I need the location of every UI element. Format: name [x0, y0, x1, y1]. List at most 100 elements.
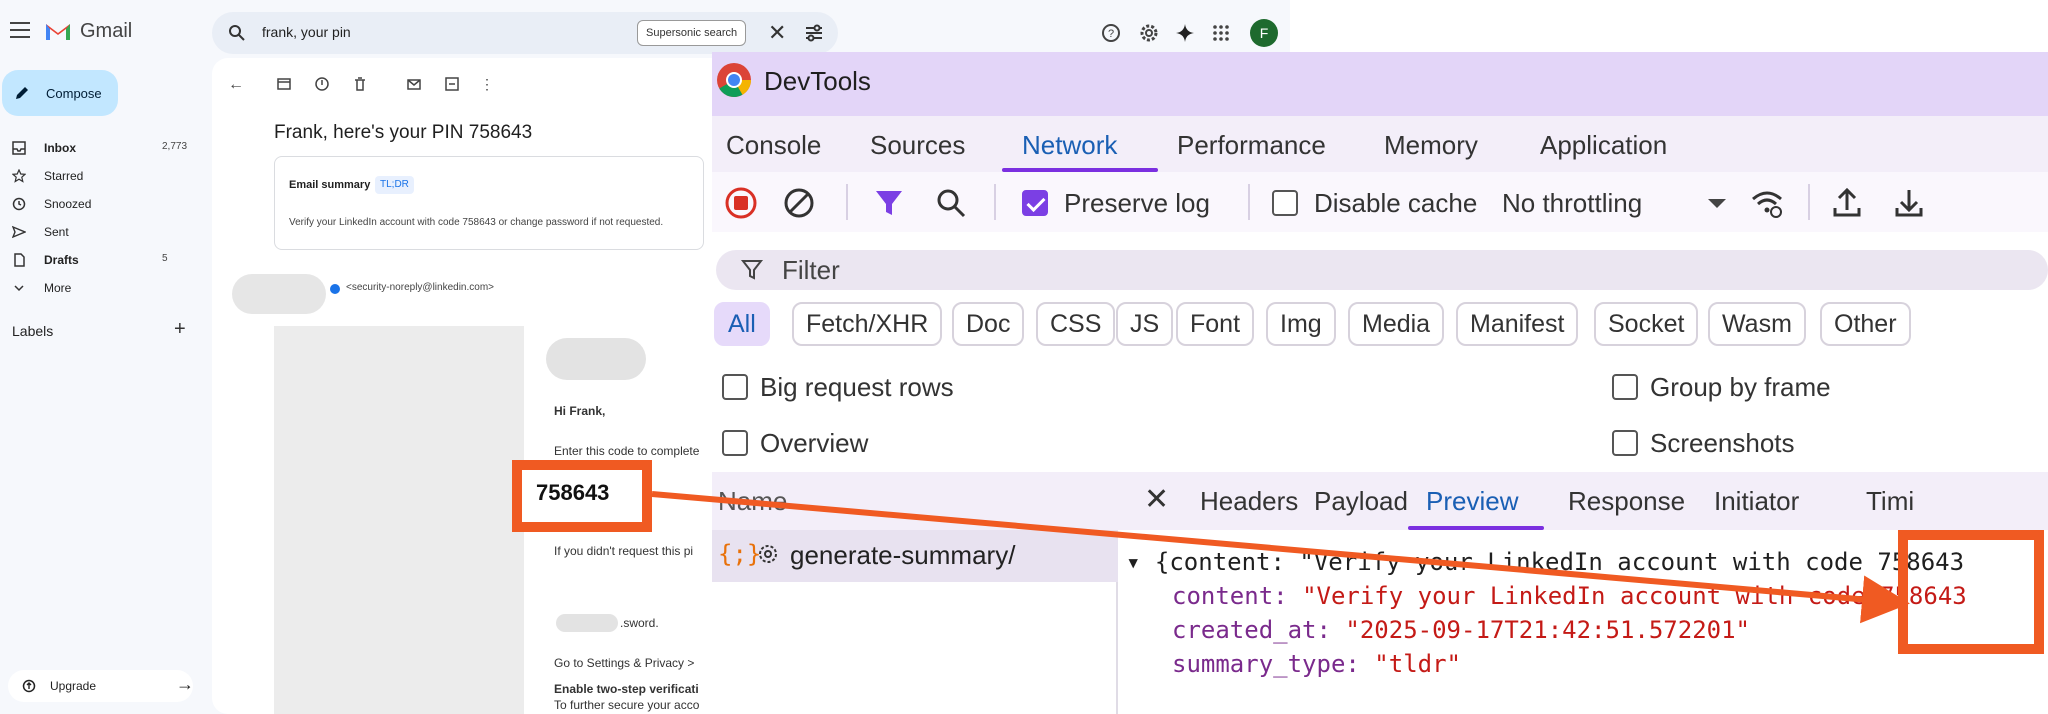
svg-text:?: ? — [1108, 28, 1114, 40]
search-icon[interactable] — [228, 24, 246, 42]
screenshots-checkbox[interactable] — [1612, 430, 1638, 456]
menu-icon[interactable] — [10, 22, 30, 38]
tab-memory[interactable]: Memory — [1384, 130, 1478, 161]
filter-chip-all[interactable]: All — [714, 302, 770, 346]
email-line[interactable]: Go to Settings & Privacy > — [554, 656, 694, 670]
filter-chip-other[interactable]: Other — [1820, 302, 1911, 346]
gemini-icon[interactable] — [1174, 22, 1196, 44]
filter-chip-manifest[interactable]: Manifest — [1456, 302, 1579, 346]
settings-icon[interactable] — [1138, 22, 1160, 44]
name-column-header[interactable]: Name — [712, 472, 1118, 530]
search-icon[interactable] — [934, 186, 968, 220]
tab-application[interactable]: Application — [1540, 130, 1667, 161]
report-spam-icon[interactable] — [314, 76, 330, 92]
verification-code: 758643 — [536, 480, 610, 505]
search-input[interactable]: frank, your pin — [262, 24, 351, 40]
upgrade-button[interactable]: Upgrade → — [8, 670, 194, 702]
preserve-log-checkbox[interactable] — [1022, 190, 1048, 216]
delete-icon[interactable] — [352, 76, 368, 92]
json-value: "Verify your LinkedIn account with code … — [1302, 582, 1967, 610]
big-request-rows-checkbox[interactable] — [722, 374, 748, 400]
network-conditions-icon[interactable] — [1750, 186, 1784, 220]
expand-triangle-icon[interactable]: ▾ — [1126, 548, 1140, 576]
filter-placeholder: Filter — [782, 255, 840, 285]
nav-item-sent[interactable]: Sent — [0, 218, 200, 246]
more-options-icon[interactable]: ⋮ — [480, 76, 496, 92]
filter-chip-img[interactable]: Img — [1266, 302, 1336, 346]
pencil-icon — [16, 87, 28, 99]
overview-checkbox[interactable] — [722, 430, 748, 456]
record-icon[interactable] — [724, 186, 758, 220]
group-by-frame-checkbox[interactable] — [1612, 374, 1638, 400]
gmail-logo — [46, 24, 70, 40]
compose-button[interactable]: Compose — [2, 70, 118, 116]
email-body-margin — [274, 326, 524, 714]
nav-label: Inbox — [44, 141, 76, 155]
tab-preview[interactable]: Preview — [1426, 486, 1518, 517]
highlighted-preview-code — [1898, 530, 2044, 654]
filter-chip-css[interactable]: CSS — [1036, 302, 1116, 346]
throttling-select[interactable]: No throttling — [1502, 188, 1642, 219]
tab-network[interactable]: Network — [1022, 130, 1117, 161]
filter-chip-doc[interactable]: Doc — [952, 302, 1025, 346]
email-line: Enable two-step verificati — [554, 682, 699, 696]
supersonic-search-button[interactable]: Supersonic search — [637, 20, 747, 46]
tab-initiator[interactable]: Initiator — [1714, 486, 1799, 517]
move-to-icon[interactable] — [444, 76, 460, 92]
star-icon — [12, 169, 26, 183]
json-key: content — [1172, 582, 1274, 610]
export-har-icon[interactable] — [1892, 186, 1926, 220]
nav-item-starred[interactable]: Starred — [0, 162, 200, 190]
gmail-nav: Inbox 2,773 Starred Snoozed Sent Drafts … — [0, 134, 200, 302]
tab-performance[interactable]: Performance — [1177, 130, 1326, 161]
search-options-icon[interactable] — [804, 23, 824, 43]
summary-tag: TL;DR — [375, 176, 414, 194]
filter-chip-socket[interactable]: Socket — [1594, 302, 1699, 346]
apps-grid-icon[interactable] — [1210, 22, 1232, 44]
close-icon[interactable]: ✕ — [1144, 482, 1169, 517]
filter-chip-wasm[interactable]: Wasm — [1708, 302, 1806, 346]
upgrade-icon — [22, 679, 36, 693]
compose-label: Compose — [46, 86, 102, 101]
nav-item-inbox[interactable]: Inbox 2,773 — [0, 134, 200, 162]
tab-timing[interactable]: Timi — [1866, 486, 1914, 517]
filter-icon[interactable] — [872, 186, 906, 220]
disable-cache-checkbox[interactable] — [1272, 190, 1298, 216]
preview-summary-line[interactable]: ▾ {content: "Verify your LinkedIn accoun… — [1126, 548, 1964, 576]
devtools-title: DevTools — [764, 66, 871, 96]
help-icon[interactable]: ? — [1100, 22, 1122, 44]
nav-item-drafts[interactable]: Drafts 5 — [0, 246, 200, 274]
big-request-rows-label: Big request rows — [760, 372, 954, 402]
account-avatar[interactable]: F — [1250, 19, 1278, 47]
add-label-icon[interactable]: + — [174, 318, 186, 341]
type-filter-bar: All Fetch/XHR Doc CSS JS Font Img Media … — [712, 302, 2048, 350]
filter-chip-js[interactable]: JS — [1116, 302, 1174, 346]
archive-icon[interactable] — [276, 76, 292, 92]
tab-sources[interactable]: Sources — [870, 130, 965, 161]
nav-item-snoozed[interactable]: Snoozed — [0, 190, 200, 218]
toolbar-divider — [1808, 184, 1810, 220]
search-bar[interactable]: frank, your pin Supersonic search ✕ — [212, 12, 838, 54]
clear-icon[interactable] — [782, 186, 816, 220]
import-har-icon[interactable] — [1830, 186, 1864, 220]
back-arrow-icon[interactable]: ← — [228, 76, 244, 93]
dropdown-arrow-icon[interactable] — [1700, 186, 1734, 220]
request-row[interactable]: {;} generate-summary/ — [712, 530, 1118, 582]
tab-headers[interactable]: Headers — [1200, 486, 1298, 517]
filter-input[interactable]: Filter — [716, 250, 2048, 290]
mark-unread-icon[interactable] — [406, 76, 422, 92]
toolbar-divider — [846, 184, 848, 220]
tab-response[interactable]: Response — [1568, 486, 1685, 517]
filter-chip-fetch-xhr[interactable]: Fetch/XHR — [792, 302, 943, 346]
tab-payload[interactable]: Payload — [1314, 486, 1408, 517]
nav-label: Starred — [44, 169, 84, 183]
filter-chip-media[interactable]: Media — [1348, 302, 1445, 346]
filter-chip-font[interactable]: Font — [1176, 302, 1255, 346]
nav-item-more[interactable]: More — [0, 274, 200, 302]
network-toolbar: Preserve log Disable cache No throttling — [712, 172, 2048, 232]
tab-console[interactable]: Console — [726, 130, 821, 161]
screenshots-label: Screenshots — [1650, 428, 1795, 458]
verified-sender-icon — [330, 284, 340, 294]
clear-search-icon[interactable]: ✕ — [768, 20, 786, 46]
devtools-window: DevTools Console Sources Network Perform… — [712, 52, 2048, 714]
